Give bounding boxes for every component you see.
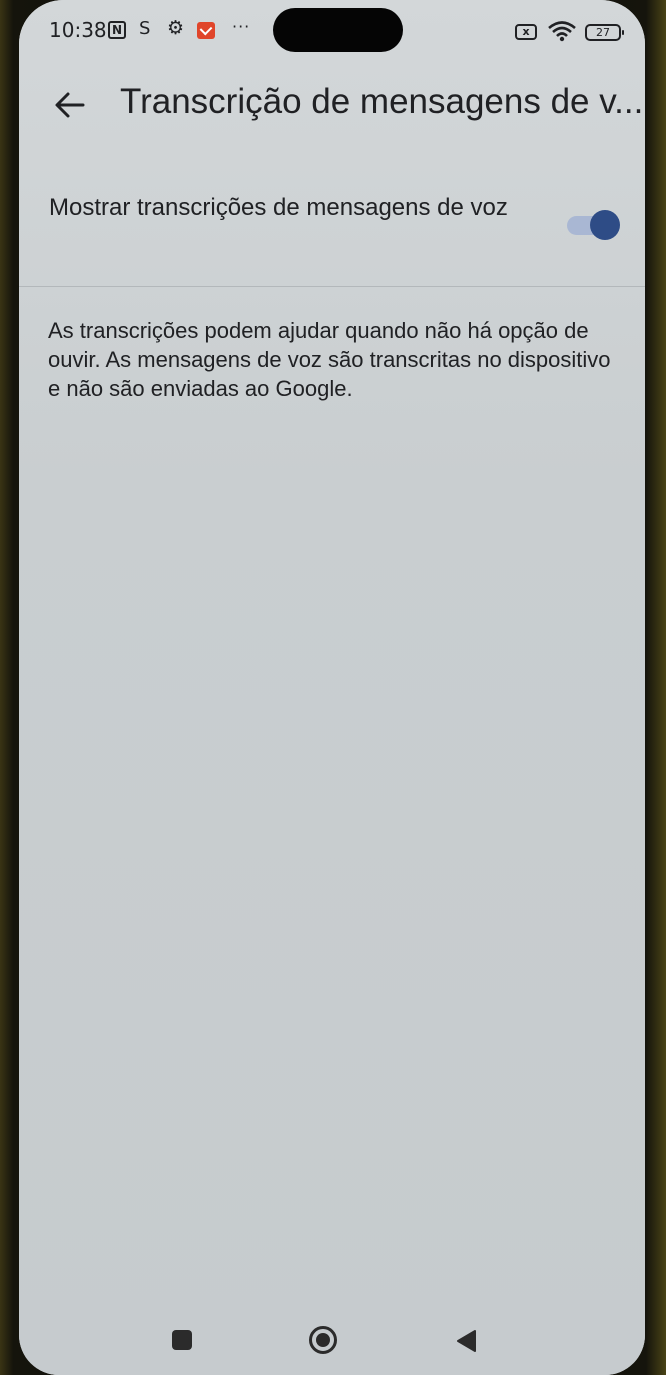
- screen: 10:38 N S ⚙ ··· x 27 Transcrição de mens…: [19, 0, 645, 1375]
- description-text: As transcrições podem ajudar quando não …: [48, 318, 611, 401]
- setting-label: Mostrar transcrições de mensagens de voz: [49, 194, 508, 221]
- page-title: Transcrição de mensagens de v...: [120, 82, 644, 121]
- s-app-icon: S: [139, 18, 151, 39]
- back-arrow-icon[interactable]: [53, 88, 87, 122]
- camera-cutout: [273, 8, 403, 52]
- wifi-icon: [547, 20, 577, 46]
- recents-button[interactable]: [172, 1330, 192, 1350]
- home-button[interactable]: [308, 1325, 338, 1355]
- nfc-icon: N: [108, 21, 126, 39]
- show-transcriptions-setting[interactable]: Mostrar transcrições de mensagens de voz: [19, 180, 645, 282]
- more-notifications-icon: ···: [232, 17, 251, 36]
- divider: [19, 286, 645, 287]
- transcriptions-toggle[interactable]: [565, 210, 621, 240]
- phone-frame: 10:38 N S ⚙ ··· x 27 Transcrição de mens…: [0, 0, 666, 1375]
- toggle-thumb: [590, 210, 620, 240]
- mail-notification-icon: [197, 22, 215, 39]
- gear-icon: ⚙: [167, 17, 185, 39]
- status-time: 10:38: [49, 18, 107, 42]
- battery-icon: 27: [585, 24, 624, 41]
- nav-back-button[interactable]: [455, 1329, 477, 1353]
- data-saver-icon: x: [515, 24, 537, 40]
